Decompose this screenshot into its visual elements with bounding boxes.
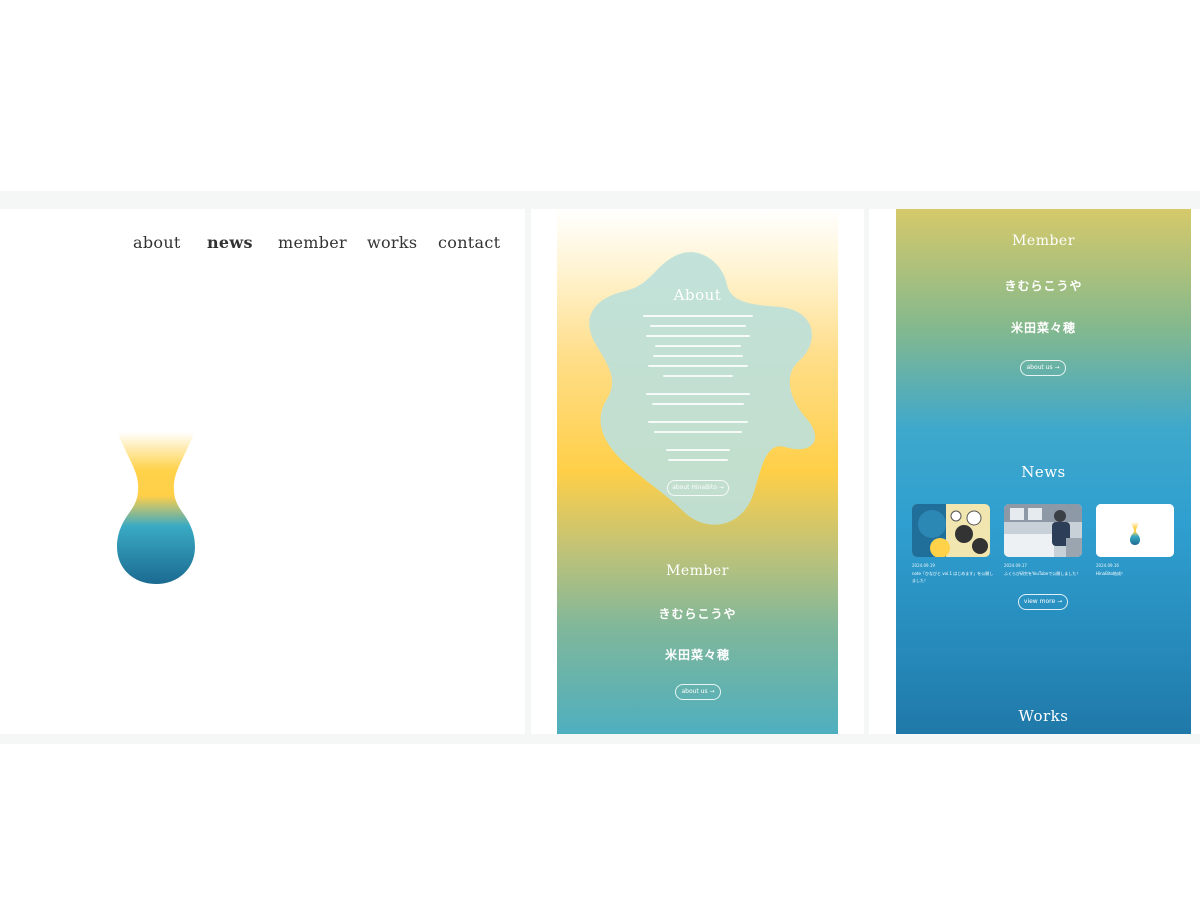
nav-works-link[interactable]: works <box>367 233 417 252</box>
main-nav: about news member works contact <box>0 233 525 259</box>
about-title: About <box>673 286 722 304</box>
member-name-2: 米田菜々穂 <box>1010 321 1076 335</box>
news-thumbnail-3[interactable] <box>1096 504 1174 557</box>
news-item-3[interactable]: 2024.09.16 HinaBito結成！ <box>1096 563 1178 577</box>
view-more-button[interactable]: view more → <box>1018 594 1068 610</box>
mobile-news-screen: Member きむらこうや 米田菜々穂 about us → News 2024… <box>896 209 1191 734</box>
landing-panel: about news member works contact <box>0 209 525 734</box>
news-date: 2024.09.17 <box>1004 563 1027 568</box>
nav-news-link[interactable]: news <box>207 233 253 252</box>
news-thumbnail-1[interactable] <box>912 504 990 557</box>
member-name-2: 米田菜々穂 <box>664 648 730 662</box>
nav-about-link[interactable]: about <box>133 233 181 252</box>
member-title: Member <box>666 563 729 579</box>
news-item-2[interactable]: 2024.09.17 ふくらび研究をYouTubeで公開しました！ <box>1004 563 1086 577</box>
nav-contact-link[interactable]: contact <box>438 233 500 252</box>
member-name-1: きむらこうや <box>1004 279 1083 293</box>
about-us-button[interactable]: about us → <box>1020 360 1066 376</box>
news-title: News <box>1021 463 1066 481</box>
about-us-button[interactable]: about us → <box>675 684 721 700</box>
news-item-title: ふくらび研究をYouTubeで公開しました！ <box>1004 571 1081 576</box>
mobile-about-screen: About about HinaBito → Member きむらこうや 米田菜… <box>557 209 838 734</box>
news-date: 2024.09.16 <box>1096 563 1119 568</box>
member-title: Member <box>1012 233 1075 249</box>
about-body-text <box>637 315 759 469</box>
nav-member-link[interactable]: member <box>278 233 347 252</box>
works-title: Works <box>1018 707 1069 725</box>
news-item-title: note「ひなびと vol.1 はじめます」を公開しました！ <box>912 571 994 583</box>
news-item-1[interactable]: 2024.09.19 note「ひなびと vol.1 はじめます」を公開しました… <box>912 563 994 584</box>
member-name-1: きむらこうや <box>658 607 737 621</box>
drop-logo <box>117 432 195 584</box>
news-date: 2024.09.19 <box>912 563 935 568</box>
news-item-title: HinaBito結成！ <box>1096 571 1125 576</box>
news-thumbnail-2[interactable] <box>1004 504 1082 557</box>
about-hinabito-button[interactable]: about HinaBito → <box>667 480 729 496</box>
